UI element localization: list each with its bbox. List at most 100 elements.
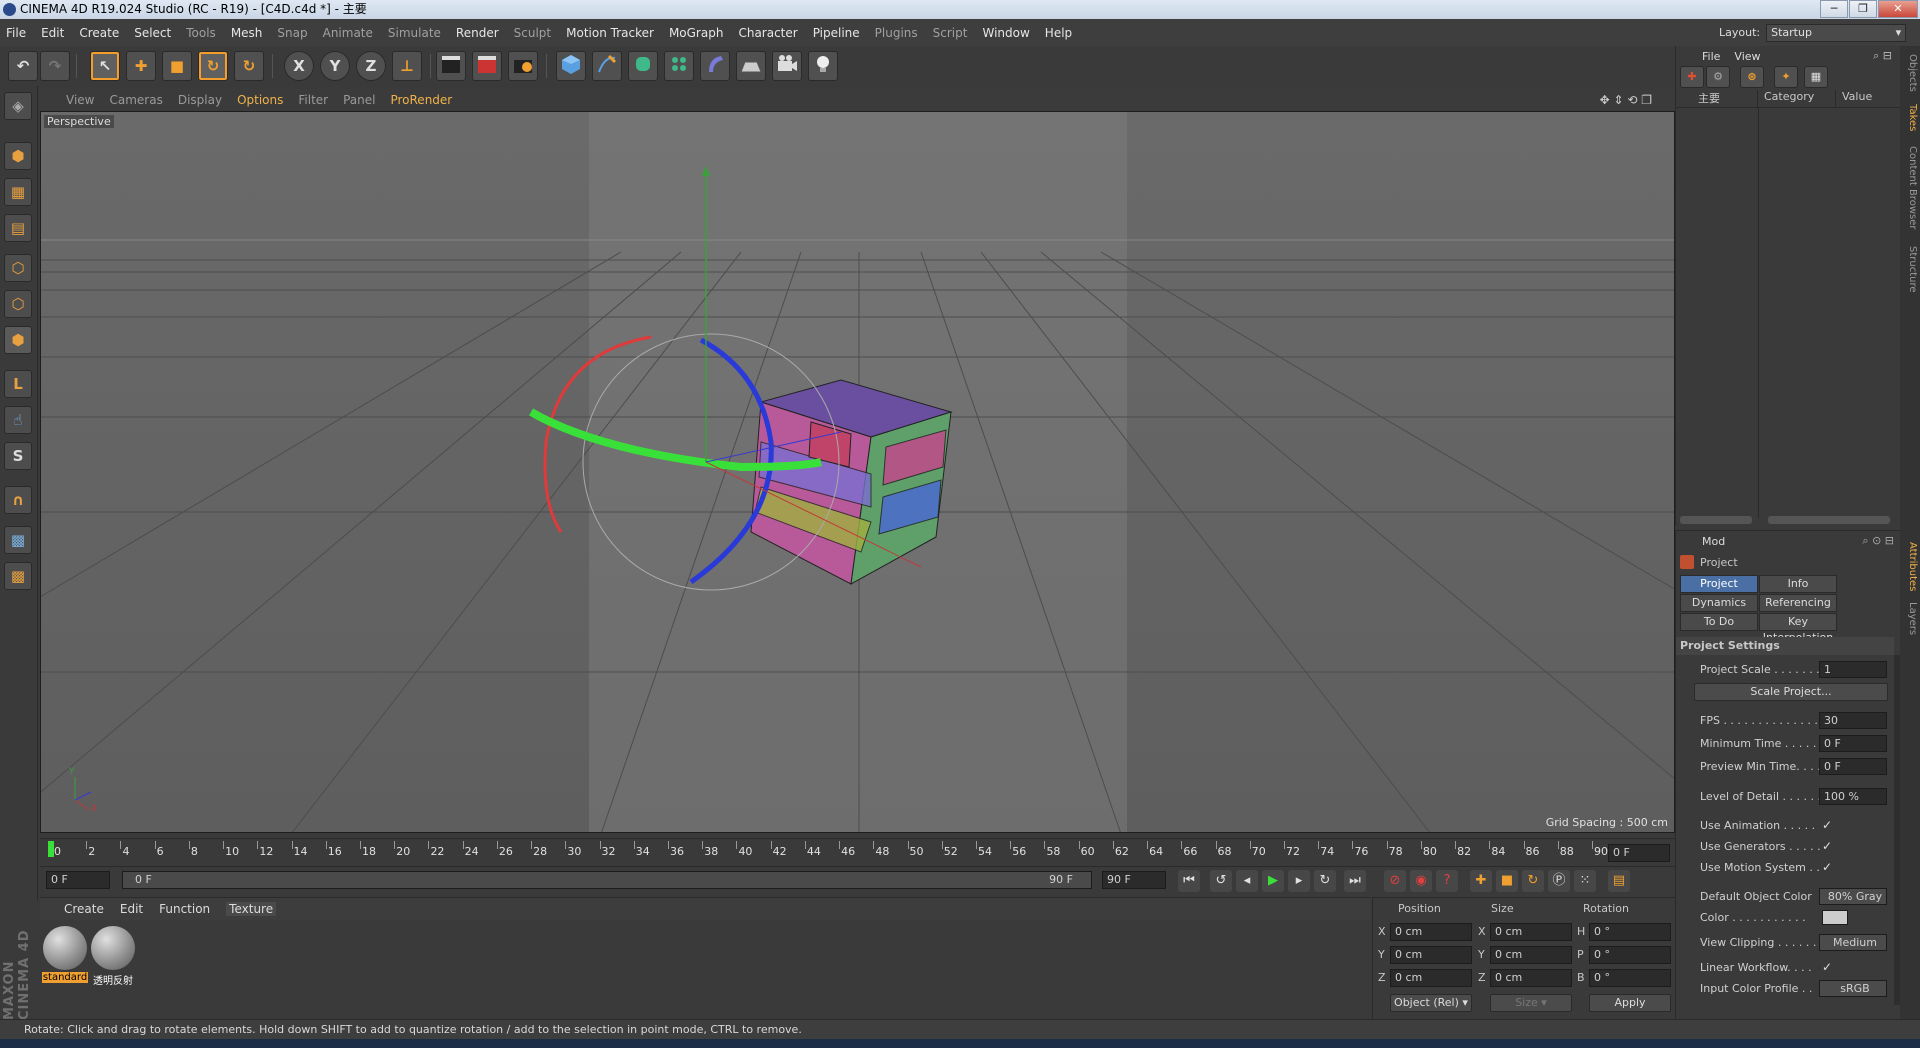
menu-select[interactable]: Select bbox=[134, 26, 171, 40]
polygons-mode-button[interactable]: ⬢ bbox=[4, 326, 32, 354]
menu-render[interactable]: Render bbox=[456, 26, 499, 40]
keyframe-selection-button[interactable]: ? bbox=[1436, 870, 1458, 892]
key-scale-button[interactable]: ■ bbox=[1496, 870, 1518, 892]
project-scale-field[interactable]: 1 bbox=[1819, 661, 1887, 678]
menu-help[interactable]: Help bbox=[1045, 26, 1072, 40]
rotation-h-field[interactable]: 0 ° bbox=[1589, 923, 1671, 941]
default-object-color-dropdown[interactable]: 80% Gray bbox=[1819, 888, 1887, 905]
tab-dynamics[interactable]: Dynamics bbox=[1680, 594, 1758, 612]
viewport-menu-prorender[interactable]: ProRender bbox=[390, 93, 452, 107]
scale-project-button[interactable]: Scale Project... bbox=[1694, 683, 1888, 701]
perspective-viewport[interactable]: Y X Perspective Grid Spacing : 500 cm bbox=[40, 111, 1675, 833]
obj-tool-button-1[interactable]: ✚ bbox=[1680, 66, 1704, 88]
material-menu-create[interactable]: Create bbox=[64, 902, 104, 916]
menu-edit[interactable]: Edit bbox=[41, 26, 64, 40]
side-tab-attributes[interactable]: Attributes bbox=[1902, 542, 1918, 591]
x-axis-lock-button[interactable]: X bbox=[284, 51, 314, 81]
color-swatch[interactable] bbox=[1822, 910, 1848, 925]
side-tab-layers[interactable]: Layers bbox=[1902, 602, 1918, 635]
size-mode-dropdown[interactable]: Size ▾ bbox=[1490, 994, 1572, 1012]
rotation-b-field[interactable]: 0 ° bbox=[1589, 969, 1671, 987]
menu-mograph[interactable]: MoGraph bbox=[669, 26, 724, 40]
tab-key-interpolation[interactable]: Key Interpolation bbox=[1759, 613, 1837, 644]
edges-mode-button[interactable]: ⬡ bbox=[4, 290, 32, 318]
render-picture-viewer-button[interactable] bbox=[472, 51, 502, 81]
deformer-button[interactable] bbox=[700, 51, 730, 81]
render-view-button[interactable] bbox=[436, 51, 466, 81]
prev-key-button[interactable]: ↺ bbox=[1210, 870, 1232, 892]
rotation-p-field[interactable]: 0 ° bbox=[1589, 946, 1671, 964]
obj-tool-button-5[interactable]: ▦ bbox=[1804, 66, 1828, 88]
size-z-field[interactable]: 0 cm bbox=[1490, 969, 1572, 987]
viewport-menu-view[interactable]: View bbox=[66, 93, 94, 107]
use-animation-checkbox[interactable]: ✓ bbox=[1822, 818, 1836, 832]
tab-to-do[interactable]: To Do bbox=[1680, 613, 1758, 631]
floor-button[interactable] bbox=[736, 51, 766, 81]
menu-file[interactable]: File bbox=[6, 26, 26, 40]
menu-create[interactable]: Create bbox=[79, 26, 119, 40]
menu-window[interactable]: Window bbox=[982, 26, 1029, 40]
obj-tool-button-2[interactable]: ⚙ bbox=[1706, 66, 1730, 88]
minimize-button[interactable]: ─ bbox=[1820, 0, 1848, 18]
obj-tool-button-3[interactable]: ⊛ bbox=[1740, 66, 1764, 88]
minimum-time-field[interactable]: 0 F bbox=[1819, 735, 1887, 752]
menu-snap[interactable]: Snap bbox=[277, 26, 307, 40]
horizontal-scrollbar[interactable] bbox=[1680, 516, 1752, 524]
play-button[interactable]: ▶ bbox=[1262, 870, 1284, 892]
obj-tool-button-4[interactable]: ✦ bbox=[1774, 66, 1798, 88]
key-position-button[interactable]: ✚ bbox=[1470, 870, 1492, 892]
planar-workplane-button[interactable]: ▩ bbox=[4, 562, 32, 590]
workplane-mode-button[interactable]: ▤ bbox=[4, 214, 32, 242]
material-menu-texture[interactable]: Texture bbox=[226, 902, 277, 916]
position-z-field[interactable]: 0 cm bbox=[1390, 969, 1472, 987]
menu-plugins[interactable]: Plugins bbox=[875, 26, 918, 40]
lock-workplane-button[interactable]: ▩ bbox=[4, 526, 32, 554]
horizontal-scrollbar[interactable] bbox=[1768, 516, 1890, 524]
object-search-icon[interactable]: ⌕ ⊟ bbox=[1873, 49, 1892, 63]
key-rotation-button[interactable]: ↻ bbox=[1522, 870, 1544, 892]
side-tab-structure[interactable]: Structure bbox=[1902, 246, 1918, 293]
viewport-menu-options[interactable]: Options bbox=[237, 93, 283, 107]
layout-dropdown[interactable]: Startup ▾ bbox=[1766, 23, 1907, 42]
preview-range-slider[interactable]: 0 F 90 F bbox=[122, 871, 1092, 889]
position-y-field[interactable]: 0 cm bbox=[1390, 946, 1472, 964]
redo-button[interactable]: ↷ bbox=[40, 51, 70, 81]
size-y-field[interactable]: 0 cm bbox=[1490, 946, 1572, 964]
tweak-mode-button[interactable]: ☝ bbox=[4, 406, 32, 434]
menu-character[interactable]: Character bbox=[738, 26, 797, 40]
viewport-menu-cameras[interactable]: Cameras bbox=[109, 93, 162, 107]
snap-button[interactable]: ∩ bbox=[4, 486, 32, 514]
restore-button[interactable]: ❐ bbox=[1849, 0, 1877, 18]
current-frame-marker[interactable] bbox=[48, 841, 54, 857]
position-x-field[interactable]: 0 cm bbox=[1390, 923, 1472, 941]
key-pla-button[interactable]: ⁙ bbox=[1574, 870, 1596, 892]
y-axis-lock-button[interactable]: Y bbox=[320, 51, 350, 81]
side-tab-content-browser[interactable]: Content Browser bbox=[1902, 146, 1918, 229]
material-transparent-reflect[interactable]: 透明反射 bbox=[90, 926, 136, 987]
attribute-nav-icons[interactable]: ⌕ ⊙ ⊟ bbox=[1862, 534, 1894, 548]
use-generators-checkbox[interactable]: ✓ bbox=[1822, 839, 1836, 853]
model-mode-button[interactable]: ⬢ bbox=[4, 142, 32, 170]
viewport-menu-display[interactable]: Display bbox=[178, 93, 222, 107]
viewport-menu-panel[interactable]: Panel bbox=[343, 93, 375, 107]
live-selection-button[interactable]: ↖ bbox=[90, 51, 120, 81]
prev-frame-button[interactable]: ◂ bbox=[1236, 870, 1258, 892]
menu-pipeline[interactable]: Pipeline bbox=[813, 26, 860, 40]
apply-button[interactable]: Apply bbox=[1589, 994, 1671, 1012]
input-color-profile-dropdown[interactable]: sRGB bbox=[1819, 980, 1887, 997]
timeline-button[interactable]: ▤ bbox=[1608, 870, 1630, 892]
goto-start-button[interactable]: ⏮ bbox=[1178, 870, 1200, 892]
axis-mode-button[interactable]: L bbox=[4, 370, 32, 398]
viewport-nav-icons[interactable]: ✥ ⇕ ⟲ ❐ bbox=[1600, 93, 1652, 107]
pen-spline-button[interactable] bbox=[592, 51, 622, 81]
render-settings-button[interactable] bbox=[508, 51, 538, 81]
scale-tool-button[interactable]: ■ bbox=[162, 51, 192, 81]
material-menu-function[interactable]: Function bbox=[159, 902, 210, 916]
make-editable-button[interactable]: ◈ bbox=[4, 92, 32, 120]
record-keys-button[interactable]: ⊘ bbox=[1384, 870, 1406, 892]
next-frame-button[interactable]: ▸ bbox=[1288, 870, 1310, 892]
tab-info[interactable]: Info bbox=[1759, 575, 1837, 593]
menu-simulate[interactable]: Simulate bbox=[388, 26, 441, 40]
move-tool-button[interactable]: ✚ bbox=[126, 51, 156, 81]
subdivision-surface-button[interactable] bbox=[628, 51, 658, 81]
